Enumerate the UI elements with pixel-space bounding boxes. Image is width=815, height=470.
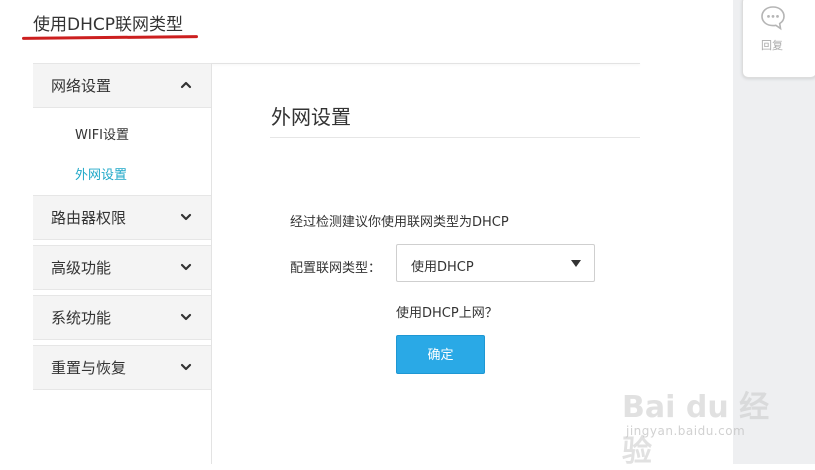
sidebar-group-reset[interactable]: 重置与恢复 — [33, 345, 211, 390]
reply-label: 回复 — [761, 39, 783, 52]
sidebar-group-label: 网络设置 — [51, 77, 112, 95]
sidebar-item-wan[interactable]: 外网设置 — [75, 164, 127, 183]
conn-type-label: 配置联网类型： — [290, 261, 382, 276]
reply-button[interactable]: 回复 — [742, 0, 815, 78]
section-title: 外网设置 — [271, 105, 351, 129]
caret-down-icon — [571, 260, 581, 267]
sidebar-group-advanced[interactable]: 高级功能 — [33, 245, 211, 290]
sidebar-group-label: 路由器权限 — [51, 209, 127, 227]
sidebar-group-network[interactable]: 网络设置 — [33, 63, 211, 108]
sidebar-group-label: 高级功能 — [51, 259, 112, 277]
content-top-divider — [211, 63, 640, 64]
title-underline-mark — [21, 35, 199, 40]
chevron-down-icon — [180, 313, 192, 321]
conn-type-value: 使用DHCP — [411, 260, 474, 275]
chevron-down-icon — [180, 213, 192, 221]
sidebar-divider — [211, 63, 212, 464]
baidu-watermark: Bai du 经验 jingyan.baidu.com — [622, 378, 782, 469]
confirm-button[interactable]: 确定 — [396, 335, 485, 374]
detection-hint: 经过检测建议你使用联网类型为DHCP — [290, 215, 509, 230]
chevron-down-icon — [180, 363, 192, 371]
sidebar-group-label: 系统功能 — [51, 309, 112, 327]
sidebar: 网络设置 WIFI设置 外网设置 路由器权限 高级功能 系统功能 重置与恢复 — [33, 63, 211, 464]
chevron-down-icon — [180, 263, 192, 271]
conn-type-select[interactable]: 使用DHCP — [396, 244, 595, 282]
sidebar-group-router-permission[interactable]: 路由器权限 — [33, 195, 211, 240]
section-title-divider — [270, 137, 640, 138]
sidebar-group-label: 重置与恢复 — [51, 359, 127, 377]
chevron-up-icon — [180, 81, 192, 89]
watermark-url: jingyan.baidu.com — [626, 424, 746, 438]
dhcp-question: 使用DHCP上网？ — [396, 306, 498, 321]
sidebar-group-system[interactable]: 系统功能 — [33, 295, 211, 340]
page-title: 使用DHCP联网类型 — [33, 15, 183, 35]
sidebar-item-wifi[interactable]: WIFI设置 — [75, 124, 129, 143]
comment-bubble-icon — [761, 6, 785, 31]
